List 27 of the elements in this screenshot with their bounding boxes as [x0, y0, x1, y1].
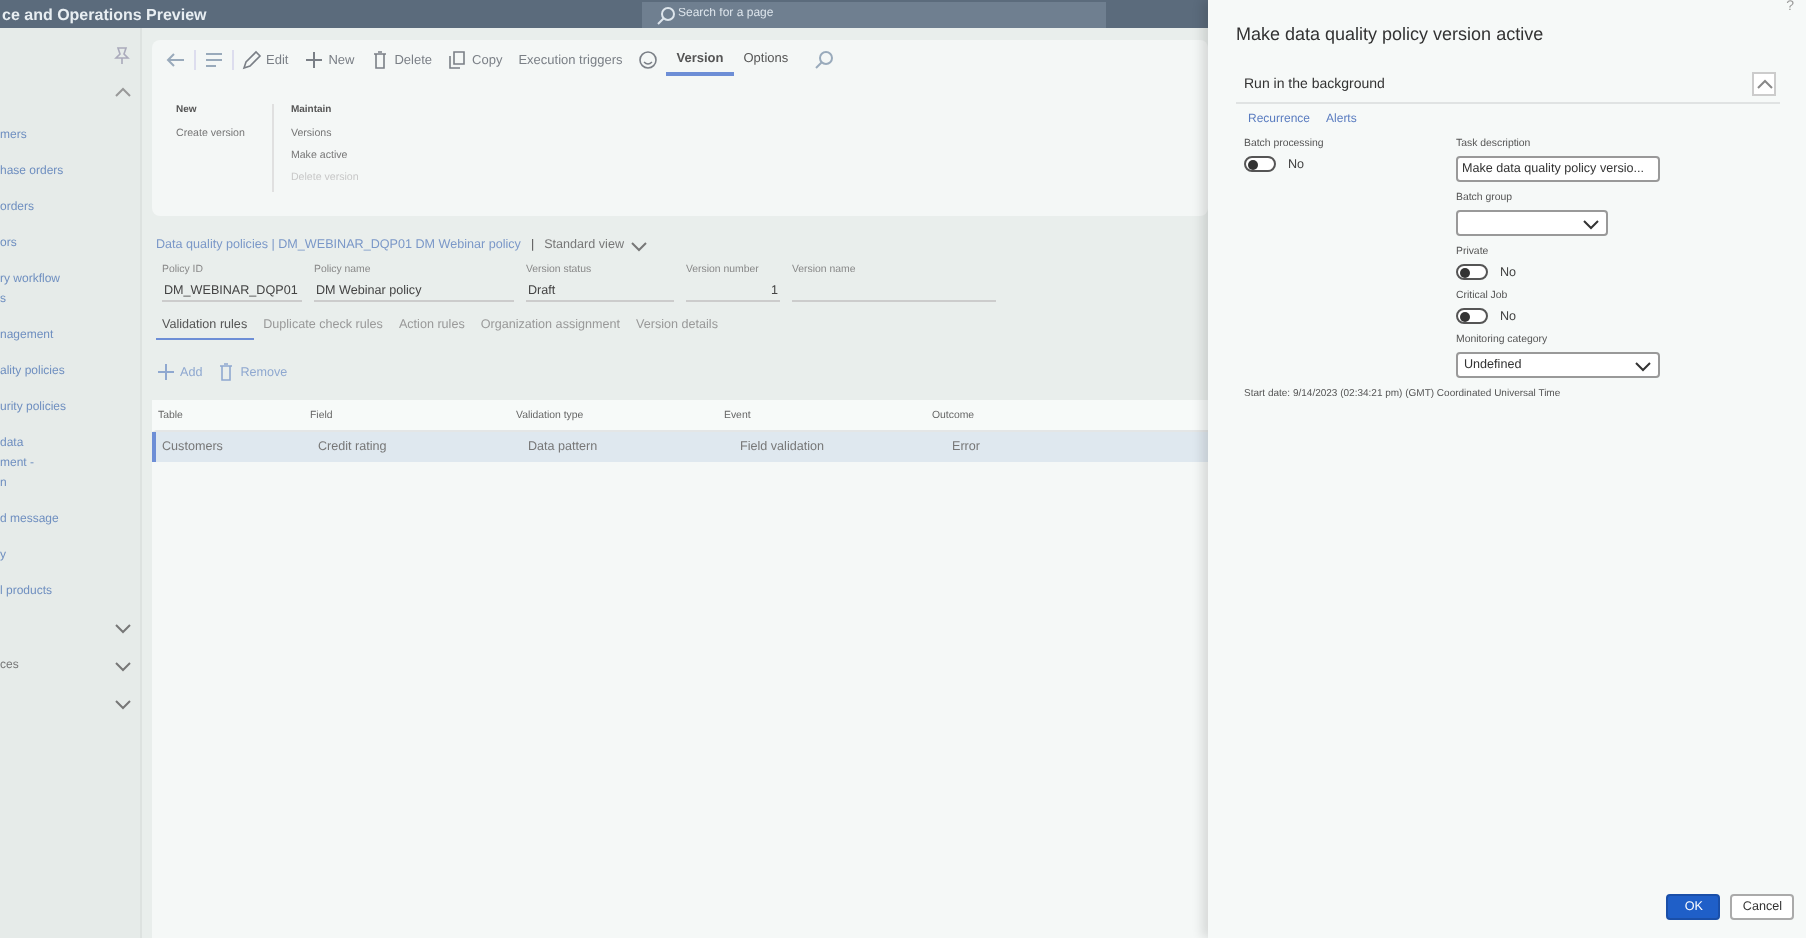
menu-icon: [204, 50, 224, 70]
pencil-icon: [242, 50, 262, 70]
chevron-down-icon: [1582, 217, 1600, 229]
dropdown[interactable]: [1456, 210, 1608, 236]
chevron-up-icon: [1755, 78, 1773, 90]
plus-icon: [304, 50, 325, 70]
copy-icon: [448, 50, 469, 70]
chevron-down-icon: [114, 660, 132, 672]
trash-icon: [370, 50, 391, 70]
smiley-icon: [638, 50, 659, 70]
back-arrow-icon: [166, 50, 186, 70]
dialog-title: Make data quality policy version active: [1236, 24, 1544, 44]
plus-icon: [156, 362, 176, 382]
search-icon: [814, 50, 835, 70]
chevron-up-icon: [114, 86, 132, 98]
collapse-button[interactable]: [1752, 72, 1776, 96]
search-icon: [656, 5, 676, 25]
chevron-down-icon: [114, 622, 132, 634]
toggle-switch[interactable]: [1456, 264, 1488, 280]
app-title: ce and Operations Preview: [0, 5, 209, 23]
pin-icon: [114, 46, 130, 64]
chevron-down-icon: [1634, 359, 1652, 371]
chevron-down-icon: [630, 239, 648, 251]
toggle-switch[interactable]: [1244, 156, 1276, 172]
chevron-down-icon: [114, 698, 132, 710]
toggle-switch[interactable]: [1456, 308, 1488, 324]
trash-icon: [216, 362, 237, 382]
